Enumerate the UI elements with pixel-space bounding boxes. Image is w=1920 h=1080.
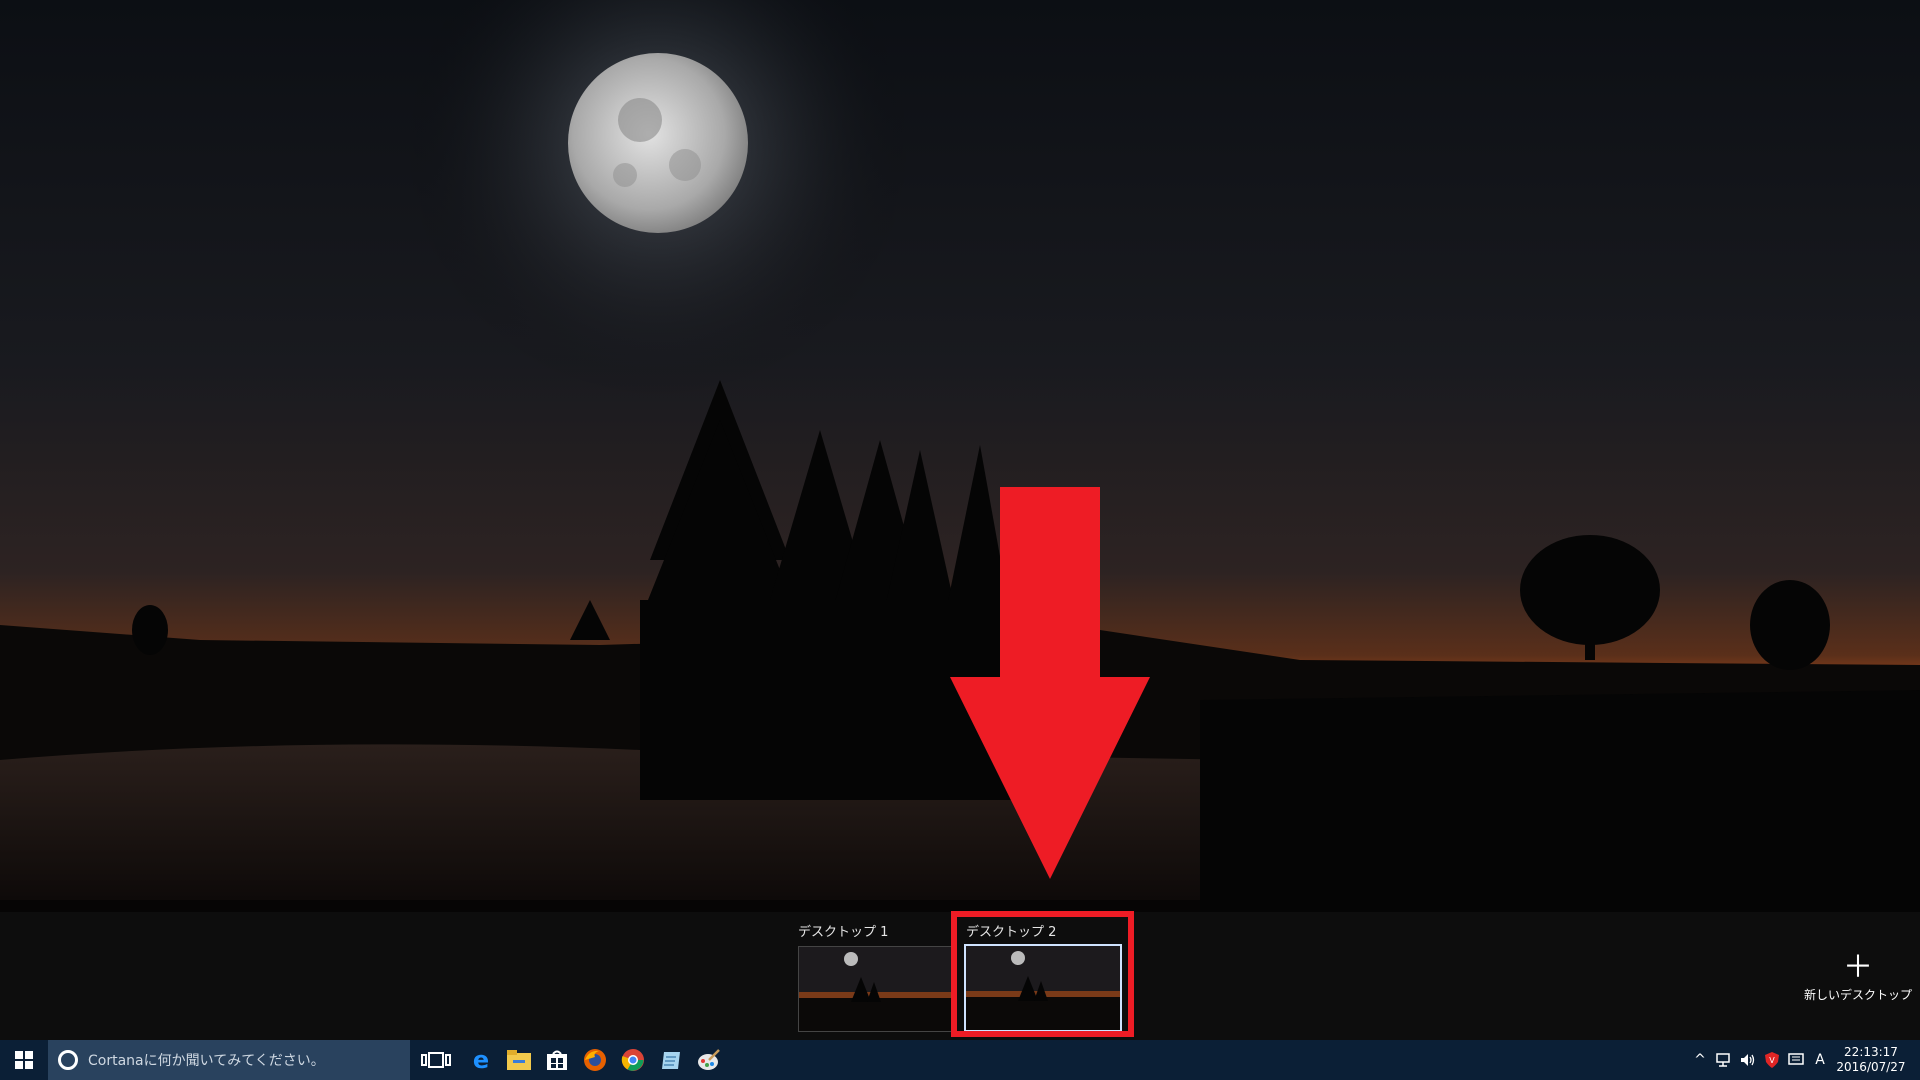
svg-text:V: V [1769,1056,1775,1065]
task-view-button[interactable] [410,1040,462,1080]
task-view-icon [421,1052,451,1068]
desktop-2-label: デスクトップ 2 [966,925,1057,940]
store-button[interactable] [538,1040,576,1080]
file-explorer-button[interactable] [500,1040,538,1080]
start-button[interactable] [0,1040,48,1080]
ime-indicator[interactable]: A [1808,1040,1832,1080]
new-desktop-label: 新しいデスクトップ [1803,988,1912,1002]
task-view-desktop-strip [0,912,1920,1040]
chrome-button[interactable] [614,1040,652,1080]
paint-button[interactable] [690,1040,728,1080]
notepad-button[interactable] [652,1040,690,1080]
firefox-button[interactable] [576,1040,614,1080]
taskbar: Cortanaに何か聞いてみてください。 e ^ V A 22:13:17 20… [0,1040,1920,1080]
security-shield-icon[interactable]: V [1760,1040,1784,1080]
clock-date: 2016/07/27 [1836,1060,1906,1074]
cortana-icon [58,1050,78,1070]
plus-icon: ＋ [1843,950,1873,985]
new-desktop-button[interactable]: ＋ 新しいデスクトップ [1798,952,1918,1003]
chevron-up-icon[interactable]: ^ [1688,1040,1712,1080]
store-icon [547,1050,567,1070]
desktop-2-thumbnail[interactable] [964,944,1122,1032]
chrome-icon [621,1049,644,1071]
desktop-1-thumbnail[interactable] [798,946,954,1032]
action-center-icon[interactable] [1784,1040,1808,1080]
firefox-icon [584,1049,606,1071]
paint-icon [698,1049,720,1070]
desktop-wallpaper [0,0,1920,1040]
notepad-icon [662,1052,680,1069]
volume-icon[interactable] [1736,1040,1760,1080]
edge-button[interactable]: e [462,1040,500,1080]
file-explorer-icon [507,1050,531,1070]
system-tray: ^ V A 22:13:17 2016/07/27 [1688,1040,1920,1080]
search-placeholder: Cortanaに何か聞いてみてください。 [88,1053,325,1069]
edge-icon: e [472,1046,490,1074]
cortana-search-box[interactable]: Cortanaに何か聞いてみてください。 [48,1040,410,1080]
windows-logo-icon [15,1051,33,1069]
clock[interactable]: 22:13:17 2016/07/27 [1832,1045,1910,1075]
desktop-1-label: デスクトップ 1 [798,925,889,940]
clock-time: 22:13:17 [1844,1045,1898,1059]
network-icon[interactable] [1712,1040,1736,1080]
